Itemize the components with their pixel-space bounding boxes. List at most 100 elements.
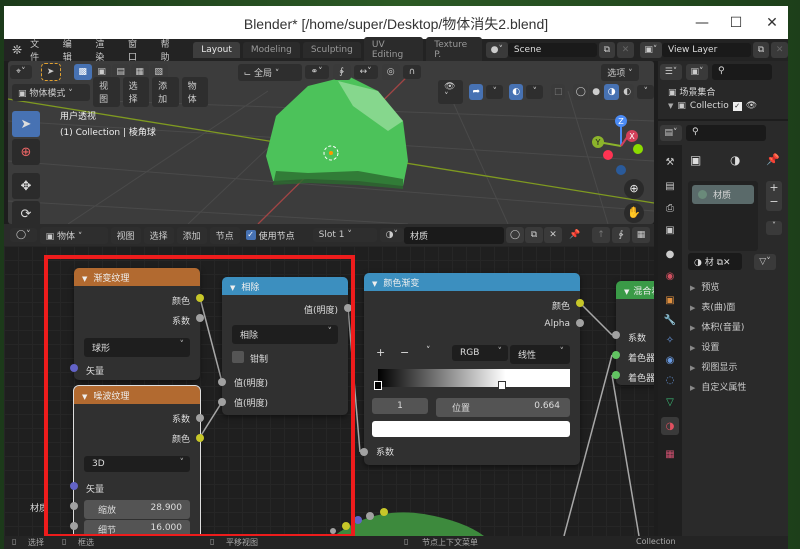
pan-view-icon[interactable]: ✋ <box>624 203 644 223</box>
outliner-search-input[interactable]: ⚲ <box>712 64 772 80</box>
properties-search-input[interactable]: ⚲ <box>686 125 766 141</box>
socket-partial[interactable] <box>366 512 374 520</box>
rendered-shading-icon[interactable]: ◐ <box>619 84 635 100</box>
tab-layout[interactable]: Layout <box>193 42 240 58</box>
world-tab-icon[interactable]: ◉ <box>661 267 679 285</box>
snap-element-icon[interactable]: ▦ <box>632 227 651 243</box>
blender-logo-icon[interactable]: ❊ <box>12 43 22 57</box>
active-stop-field[interactable]: 1 <box>372 398 428 414</box>
zoom-view-icon[interactable]: ⊕ <box>624 179 644 199</box>
pin-icon[interactable]: 📌 <box>766 153 780 166</box>
parent-node-tree-icon[interactable]: ↑ <box>592 227 611 243</box>
tool-move[interactable]: ✥ <box>12 173 40 199</box>
menu-help[interactable]: 帮助 <box>153 37 186 63</box>
node-header[interactable]: ▼ 颜色渐变 <box>364 273 580 291</box>
gizmo-toggle-icon[interactable]: ➦ <box>468 84 484 100</box>
select-tool-icon[interactable]: ➤ <box>40 63 61 81</box>
gizmo-dropdown-icon[interactable]: ˅ <box>486 85 503 99</box>
interpolation-dropdown[interactable]: 线性 ˅ <box>510 345 570 364</box>
overlay-toggle-icon[interactable]: ◐ <box>508 84 524 100</box>
ramp-stop-white[interactable] <box>498 381 506 390</box>
color-ramp-gradient[interactable] <box>378 369 570 387</box>
collapse-icon[interactable]: ▼ <box>372 280 377 288</box>
fake-user-icon[interactable]: ◯ <box>506 227 525 243</box>
socket-colorramp-fac[interactable] <box>360 448 368 456</box>
wireframe-shading-icon[interactable]: ◯ <box>573 84 588 100</box>
scene-selector-icon[interactable]: ●˅ <box>485 42 508 58</box>
pivot-point-icon[interactable]: ⚭˅ <box>304 65 329 79</box>
object-tab-icon[interactable]: ▣ <box>661 291 679 309</box>
panel-viewport-display[interactable]: ▶ 视图显示 <box>690 360 737 373</box>
eye-icon[interactable]: 👁 <box>746 101 757 111</box>
material-shading-icon[interactable]: ◑ <box>604 84 619 100</box>
transform-orientation-dropdown[interactable]: ⌙ 全局 ˅ <box>237 63 302 81</box>
constraints-tab-icon[interactable]: ◌ <box>661 371 679 389</box>
duplicate-material-icon[interactable]: ⧉ <box>525 227 544 243</box>
render-tab-icon[interactable]: ▤ <box>661 177 679 195</box>
position-field[interactable]: 位置 0.664 <box>436 398 570 417</box>
delete-scene-icon[interactable]: ✕ <box>617 42 634 58</box>
overlay-dropdown-icon[interactable]: ˅ <box>526 85 543 99</box>
scene-field[interactable]: Scene <box>507 43 597 57</box>
menu-window[interactable]: 窗口 <box>120 37 153 63</box>
collection-item[interactable]: ▼ ▣ Collectio ✓ 👁 <box>668 101 757 111</box>
node-menu-node[interactable]: 节点 <box>209 226 240 244</box>
socket-mix-shader-2[interactable] <box>612 371 620 379</box>
visibility-icon[interactable]: 👁˅ <box>438 80 463 104</box>
node-mix-shader[interactable]: ▼混合着 系数 着色器 着色器 <box>616 281 654 385</box>
menu-select[interactable]: 选择 <box>122 77 150 107</box>
close-icon[interactable]: ✕ <box>762 13 782 33</box>
menu-file[interactable]: 文件 <box>22 37 55 63</box>
tab-modeling[interactable]: Modeling <box>242 42 300 58</box>
xray-icon[interactable]: □ <box>550 84 566 100</box>
socket-partial-color[interactable] <box>380 508 388 516</box>
unlink-material-icon[interactable]: ✕ <box>544 227 563 243</box>
menu-render[interactable]: 渲染 <box>87 37 120 63</box>
color-mode-dropdown[interactable]: RGB ˅ <box>452 345 508 361</box>
snap-icon[interactable]: ∳ <box>332 64 351 80</box>
menu-object[interactable]: 物体 <box>181 77 209 107</box>
proportional-edit-icon[interactable]: ◎ <box>381 64 400 80</box>
data-tab-icon[interactable]: ▽ <box>661 393 679 411</box>
use-nodes-checkbox[interactable]: ✓ <box>245 230 256 240</box>
scene-tab-icon[interactable]: ● <box>661 245 679 263</box>
new-view-layer-icon[interactable]: ⧉ <box>752 42 770 58</box>
editor-type-icon[interactable]: ◯˅ <box>10 228 37 242</box>
expand-icon[interactable]: ▼ <box>668 102 673 110</box>
view-layer-selector-icon[interactable]: ▣˅ <box>639 42 662 58</box>
material-tab-icon[interactable]: ◑ <box>661 417 679 435</box>
slot-specials-icon[interactable]: ˅ <box>766 221 782 235</box>
node-menu-add[interactable]: 添加 <box>176 226 207 244</box>
socket-partial-vector[interactable] <box>354 516 362 524</box>
output-tab-icon[interactable]: ⎙ <box>661 199 679 217</box>
tab-texture-paint[interactable]: Texture P. <box>426 37 482 63</box>
node-header[interactable]: ▼混合着 <box>616 281 654 299</box>
shading-dropdown-icon[interactable]: ˅ <box>637 85 654 99</box>
material-browse-field[interactable]: ◑ 材 ⧉✕ <box>688 253 742 270</box>
tool-cursor[interactable]: ⊕ <box>12 139 40 165</box>
tab-uv-editing[interactable]: UV Editing <box>363 37 424 63</box>
add-stop-icon[interactable]: + <box>376 346 385 359</box>
texture-tab-icon[interactable]: ▦ <box>661 445 679 463</box>
ramp-menu-icon[interactable]: ˅ <box>426 346 431 356</box>
snap-icon[interactable]: ∳ <box>612 227 631 243</box>
exclude-checkbox[interactable]: ✓ <box>732 101 742 111</box>
new-scene-icon[interactable]: ⧉ <box>598 42 616 58</box>
node-menu-view[interactable]: 视图 <box>110 226 141 244</box>
shader-type-dropdown[interactable]: ▣ 物体 ˅ <box>39 226 108 244</box>
panel-settings[interactable]: ▶ 设置 <box>690 340 719 353</box>
filter-icon[interactable]: ▣˅ <box>686 64 708 80</box>
physics-tab-icon[interactable]: ◉ <box>661 351 679 369</box>
panel-custom-properties[interactable]: ▶ 自定义属性 <box>690 380 746 393</box>
remove-stop-icon[interactable]: − <box>400 346 409 359</box>
add-slot-icon[interactable]: + <box>766 181 782 195</box>
3d-viewport[interactable]: Z Y X ⌖˅ ➤ ▩ ▣ ▤ ▦ ▧ ⌙ 全局 ˅ ⚭˅ ∳ ↔˅ ◎ ∩ … <box>8 61 654 224</box>
mode-dropdown[interactable]: ▣ 物体模式 ˅ <box>12 83 91 101</box>
tab-sculpting[interactable]: Sculpting <box>302 42 361 58</box>
material-name-field[interactable]: 材质 <box>404 226 505 244</box>
ramp-stop-black[interactable] <box>374 381 382 390</box>
material-slot-item[interactable]: 材质 <box>692 185 754 204</box>
menu-edit[interactable]: 编辑 <box>55 37 88 63</box>
solid-shading-icon[interactable]: ● <box>588 84 604 100</box>
node-link-icon[interactable]: ▽˅ <box>754 253 776 270</box>
